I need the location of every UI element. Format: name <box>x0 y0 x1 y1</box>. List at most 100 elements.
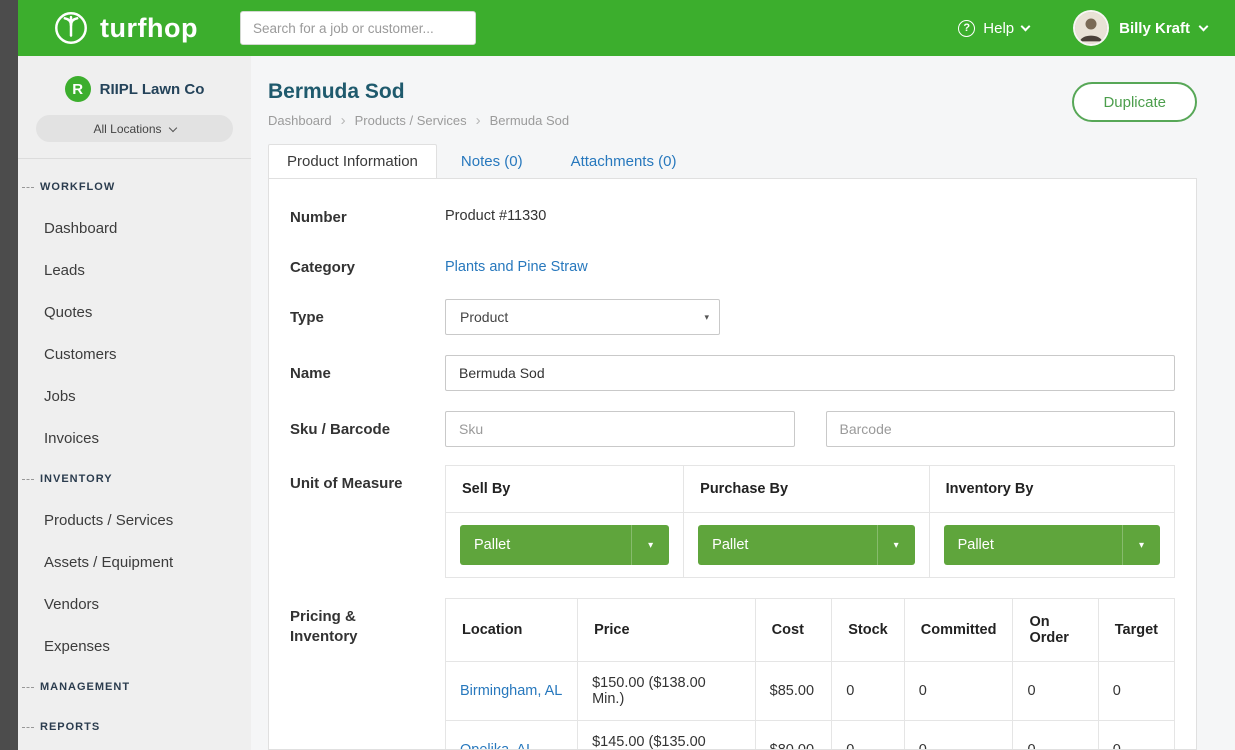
sku-barcode-label: Sku / Barcode <box>290 411 445 440</box>
sidebar-item-jobs[interactable]: Jobs <box>22 375 251 417</box>
location-link[interactable]: Opelika, AL <box>460 742 534 750</box>
pricing-inventory-table: Location Price Cost Stock Committed On O… <box>445 598 1175 750</box>
product-number-value: Product #11330 <box>445 199 546 224</box>
on-order-cell: 0 <box>1013 721 1098 750</box>
all-locations-label: All Locations <box>93 122 161 136</box>
sidebar: R RIIPL Lawn Co All Locations WORKFLOW D… <box>18 56 251 750</box>
inventory-by-value: Pallet <box>958 537 994 553</box>
pricing-inventory-label: Pricing & Inventory <box>290 598 445 648</box>
committed-cell: 0 <box>904 662 1013 721</box>
number-label: Number <box>290 199 445 228</box>
help-icon: ? <box>958 20 975 37</box>
user-menu[interactable]: Billy Kraft <box>1073 10 1207 46</box>
breadcrumb-products-services[interactable]: Products / Services <box>355 113 467 128</box>
location-link[interactable]: Birmingham, AL <box>460 683 562 699</box>
table-row: Opelika, AL $145.00 ($135.00 Min.) $80.0… <box>446 721 1175 750</box>
caret-down-icon: ▾ <box>877 525 915 565</box>
sidebar-item-customers[interactable]: Customers <box>22 333 251 375</box>
target-cell: 0 <box>1098 662 1174 721</box>
tab-notes[interactable]: Notes (0) <box>437 144 547 178</box>
sidebar-section-inventory[interactable]: INVENTORY <box>22 459 251 499</box>
breadcrumb-separator: › <box>341 113 346 128</box>
sidebar-nav: WORKFLOW Dashboard Leads Quotes Customer… <box>18 159 251 747</box>
help-label: Help <box>983 20 1014 37</box>
purchase-by-header: Purchase By <box>684 466 929 513</box>
inventory-by-dropdown[interactable]: Pallet ▾ <box>944 525 1160 565</box>
cost-cell: $80.00 <box>755 721 832 750</box>
sidebar-item-dashboard[interactable]: Dashboard <box>22 207 251 249</box>
breadcrumb: Dashboard › Products / Services › Bermud… <box>268 113 569 128</box>
stock-header: Stock <box>832 599 905 662</box>
all-locations-dropdown[interactable]: All Locations <box>36 115 233 142</box>
name-input[interactable] <box>445 355 1175 391</box>
tab-bar: Product Information Notes (0) Attachment… <box>268 144 1197 178</box>
price-header: Price <box>578 599 756 662</box>
chevron-down-icon <box>168 123 176 131</box>
location-header: Location <box>446 599 578 662</box>
on-order-cell: 0 <box>1013 662 1098 721</box>
page-title: Bermuda Sod <box>268 80 569 104</box>
caret-down-icon: ▾ <box>631 525 669 565</box>
turfhop-logo-icon <box>52 9 90 47</box>
tab-product-information[interactable]: Product Information <box>268 144 437 178</box>
sidebar-item-vendors[interactable]: Vendors <box>22 583 251 625</box>
category-label: Category <box>290 249 445 278</box>
unit-of-measure-table: Sell By Purchase By Inventory By Pallet <box>445 465 1175 578</box>
type-select-value: Product <box>460 309 508 325</box>
barcode-input[interactable] <box>826 411 1176 447</box>
left-rail <box>0 0 18 750</box>
sell-by-header: Sell By <box>446 466 684 513</box>
brand-home-link[interactable]: turfhop <box>18 9 198 47</box>
stock-cell: 0 <box>832 662 905 721</box>
committed-header: Committed <box>904 599 1013 662</box>
sidebar-item-products-services[interactable]: Products / Services <box>22 499 251 541</box>
sidebar-item-invoices[interactable]: Invoices <box>22 417 251 459</box>
stock-cell: 0 <box>832 721 905 750</box>
caret-down-icon: ▾ <box>1122 525 1160 565</box>
dashes-icon <box>22 687 34 688</box>
purchase-by-dropdown[interactable]: Pallet ▾ <box>698 525 914 565</box>
sidebar-item-expenses[interactable]: Expenses <box>22 625 251 667</box>
topbar: turfhop ? Help Billy Kraft <box>18 0 1235 56</box>
cost-cell: $85.00 <box>755 662 832 721</box>
name-label: Name <box>290 355 445 384</box>
price-cell: $145.00 ($135.00 Min.) <box>578 721 756 750</box>
sidebar-section-workflow[interactable]: WORKFLOW <box>22 167 251 207</box>
on-order-header: On Order <box>1013 599 1098 662</box>
type-select[interactable]: Product ▾ <box>445 299 720 335</box>
sell-by-dropdown[interactable]: Pallet ▾ <box>460 525 669 565</box>
company: R RIIPL Lawn Co <box>18 56 251 102</box>
sidebar-item-assets-equipment[interactable]: Assets / Equipment <box>22 541 251 583</box>
main-content: Bermuda Sod Dashboard › Products / Servi… <box>251 56 1235 750</box>
search-input[interactable] <box>240 11 476 45</box>
category-link[interactable]: Plants and Pine Straw <box>445 259 588 275</box>
caret-down-icon: ▾ <box>704 312 709 323</box>
sidebar-section-management[interactable]: MANAGEMENT <box>22 667 251 707</box>
chevron-down-icon <box>1021 21 1031 31</box>
dashes-icon <box>22 479 34 480</box>
sku-input[interactable] <box>445 411 795 447</box>
help-menu[interactable]: ? Help <box>958 20 1029 37</box>
breadcrumb-dashboard[interactable]: Dashboard <box>268 113 332 128</box>
target-cell: 0 <box>1098 721 1174 750</box>
sidebar-item-quotes[interactable]: Quotes <box>22 291 251 333</box>
breadcrumb-current: Bermuda Sod <box>490 113 570 128</box>
topbar-right: ? Help Billy Kraft <box>958 10 1235 46</box>
dashes-icon <box>22 727 34 728</box>
product-information-panel: Number Product #11330 Category Plants an… <box>268 178 1197 750</box>
brand-name: turfhop <box>100 13 198 44</box>
table-row: Birmingham, AL $150.00 ($138.00 Min.) $8… <box>446 662 1175 721</box>
committed-cell: 0 <box>904 721 1013 750</box>
tab-attachments[interactable]: Attachments (0) <box>547 144 701 178</box>
user-name: Billy Kraft <box>1119 20 1190 37</box>
breadcrumb-separator: › <box>476 113 481 128</box>
inventory-by-header: Inventory By <box>929 466 1174 513</box>
avatar <box>1073 10 1109 46</box>
chevron-down-icon <box>1199 21 1209 31</box>
sidebar-item-leads[interactable]: Leads <box>22 249 251 291</box>
duplicate-button[interactable]: Duplicate <box>1072 82 1197 122</box>
sidebar-section-reports[interactable]: REPORTS <box>22 707 251 747</box>
price-cell: $150.00 ($138.00 Min.) <box>578 662 756 721</box>
dashes-icon <box>22 187 34 188</box>
type-label: Type <box>290 299 445 328</box>
